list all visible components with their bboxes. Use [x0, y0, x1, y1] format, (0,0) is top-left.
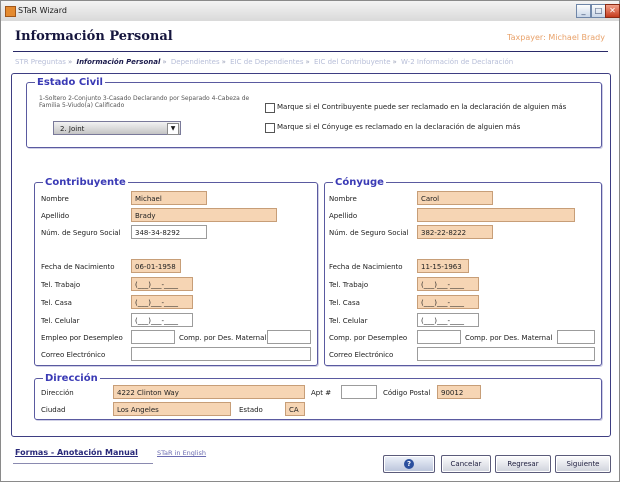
- cancel-button[interactable]: Cancelar: [441, 455, 491, 473]
- taxpayer-unemployment-field[interactable]: [131, 330, 175, 344]
- spouse-unemployment-label: Comp. por Desempleo: [329, 334, 408, 342]
- state-label: Estado: [239, 406, 263, 414]
- taxpayer-dob-label: Fecha de Nacimiento: [41, 263, 115, 271]
- filing-status-hint: 1-Soltero 2-Conjunto 3-Casado Declarando…: [39, 95, 250, 109]
- spouse-cell-phone-label: Tel. Celular: [329, 317, 368, 325]
- taxpayer-email-field[interactable]: [131, 347, 311, 361]
- taxpayer-claimed-checkbox[interactable]: [265, 103, 275, 113]
- direccion-legend: Dirección: [43, 373, 100, 384]
- direccion-group: Dirección Dirección 4222 Clinton Way Apt…: [34, 373, 602, 420]
- spouse-dob-field[interactable]: 11-15-1963: [417, 259, 469, 273]
- taxpayer-cell-phone-field[interactable]: (___)___-____: [131, 313, 193, 327]
- taxpayer-ssn-field[interactable]: 348-34-8292: [131, 225, 207, 239]
- taxpayer-email-label: Correo Electrónico: [41, 351, 106, 359]
- taxpayer-last-name-label: Apellido: [41, 212, 70, 220]
- back-button[interactable]: Regresar: [495, 455, 551, 473]
- spouse-home-phone-field[interactable]: (___)___-____: [417, 295, 479, 309]
- minimize-button[interactable]: _: [576, 4, 591, 18]
- spouse-maternal-label: Comp. por Des. Maternal: [465, 334, 553, 342]
- estado-civil-legend: Estado Civil: [35, 77, 105, 88]
- filing-status-value: 2. Joint: [60, 125, 85, 133]
- taxpayer-home-phone-field[interactable]: (___)___-____: [131, 295, 193, 309]
- footer-divider: [13, 463, 153, 464]
- chevron-down-icon: ▼: [167, 123, 179, 135]
- taxpayer-cell-phone-label: Tel. Celular: [41, 317, 80, 325]
- city-field[interactable]: Los Angeles: [113, 402, 231, 416]
- contribuyente-legend: Contribuyente: [43, 177, 128, 188]
- breadcrumb-item[interactable]: Dependientes: [171, 58, 220, 66]
- spouse-work-phone-label: Tel. Trabajo: [329, 281, 369, 289]
- next-button[interactable]: Siguiente: [555, 455, 611, 473]
- taxpayer-name: Taxpayer: Michael Brady: [507, 33, 605, 42]
- help-button[interactable]: ?: [383, 455, 435, 473]
- close-button[interactable]: ✕: [605, 4, 620, 18]
- spouse-email-label: Correo Electrónico: [329, 351, 394, 359]
- breadcrumb-separator: »: [221, 58, 226, 66]
- taxpayer-first-name-field[interactable]: Michael: [131, 191, 207, 205]
- conyuge-legend: Cónyuge: [333, 177, 386, 188]
- spouse-cell-phone-field[interactable]: (___)___-____: [417, 313, 479, 327]
- taxpayer-work-phone-label: Tel. Trabajo: [41, 281, 81, 289]
- page-header: Información Personal Taxpayer: Michael B…: [1, 21, 619, 55]
- taxpayer-claimed-label: Marque si el Contribuyente puede ser rec…: [277, 103, 567, 111]
- taxpayer-ssn-label: Núm. de Seguro Social: [41, 229, 121, 237]
- spouse-last-name-field[interactable]: [417, 208, 575, 222]
- taxpayer-home-phone-label: Tel. Casa: [41, 299, 72, 307]
- taxpayer-unemployment-label: Empleo por Desempleo: [41, 334, 123, 342]
- filing-status-select[interactable]: 2. Joint ▼: [53, 121, 181, 135]
- spouse-dob-label: Fecha de Nacimiento: [329, 263, 403, 271]
- spouse-ssn-field[interactable]: 382-22-8222: [417, 225, 493, 239]
- breadcrumb-separator: »: [162, 58, 167, 66]
- form-frame: Estado Civil 1-Soltero 2-Conjunto 3-Casa…: [11, 73, 611, 437]
- breadcrumb-item[interactable]: EIC de Dependientes: [230, 58, 303, 66]
- spouse-last-name-label: Apellido: [329, 212, 358, 220]
- page-title: Información Personal: [15, 29, 173, 44]
- spouse-maternal-field[interactable]: [557, 330, 595, 344]
- apt-field[interactable]: [341, 385, 377, 399]
- spouse-home-phone-label: Tel. Casa: [329, 299, 360, 307]
- taxpayer-last-name-field[interactable]: Brady: [131, 208, 277, 222]
- wizard-window: STaR Wizard _ □ ✕ Información Personal T…: [0, 0, 620, 482]
- city-label: Ciudad: [41, 406, 66, 414]
- breadcrumb-item[interactable]: W-2 Información de Declaración: [401, 58, 513, 66]
- state-field[interactable]: CA: [285, 402, 305, 416]
- breadcrumb-item[interactable]: EIC del Contribuyente: [314, 58, 391, 66]
- spouse-work-phone-field[interactable]: (___)___-____: [417, 277, 479, 291]
- breadcrumb-separator: »: [305, 58, 310, 66]
- breadcrumb-separator: »: [392, 58, 397, 66]
- spouse-unemployment-field[interactable]: [417, 330, 461, 344]
- spouse-email-field[interactable]: [417, 347, 595, 361]
- contribuyente-group: Contribuyente Nombre Michael Apellido Br…: [34, 177, 318, 366]
- zip-label: Código Postal: [383, 389, 431, 397]
- taxpayer-work-phone-field[interactable]: (___)___-____: [131, 277, 193, 291]
- window-title: STaR Wizard: [18, 6, 67, 15]
- spouse-first-name-label: Nombre: [329, 195, 357, 203]
- address-field[interactable]: 4222 Clinton Way: [113, 385, 305, 399]
- app-icon: [5, 6, 16, 17]
- help-icon: ?: [404, 459, 414, 469]
- zip-field[interactable]: 90012: [437, 385, 481, 399]
- breadcrumb-item-current: Información Personal: [76, 58, 161, 66]
- conyuge-group: Cónyuge Nombre Carol Apellido Núm. de Se…: [324, 177, 602, 366]
- spouse-claimed-checkbox[interactable]: [265, 123, 275, 133]
- header-divider: [13, 51, 608, 52]
- manual-forms-link[interactable]: Formas - Anotación Manual: [15, 448, 138, 457]
- estado-civil-group: Estado Civil 1-Soltero 2-Conjunto 3-Casa…: [26, 77, 602, 148]
- breadcrumb: STR Preguntas» Información Personal» Dep…: [15, 58, 610, 70]
- address-label: Dirección: [41, 389, 74, 397]
- breadcrumb-item[interactable]: STR Preguntas: [15, 58, 66, 66]
- english-link[interactable]: STaR in English: [157, 449, 206, 457]
- taxpayer-maternal-label: Comp. por Des. Maternal: [179, 334, 267, 342]
- maximize-button[interactable]: □: [591, 4, 606, 18]
- taxpayer-first-name-label: Nombre: [41, 195, 69, 203]
- apt-label: Apt #: [311, 389, 332, 397]
- taxpayer-maternal-field[interactable]: [267, 330, 311, 344]
- spouse-first-name-field[interactable]: Carol: [417, 191, 493, 205]
- spouse-claimed-label: Marque si el Cónyuge es reclamado en la …: [277, 123, 521, 131]
- taxpayer-dob-field[interactable]: 06-01-1958: [131, 259, 181, 273]
- breadcrumb-separator: »: [67, 58, 73, 66]
- spouse-ssn-label: Núm. de Seguro Social: [329, 229, 409, 237]
- title-bar: STaR Wizard _ □ ✕: [1, 1, 620, 22]
